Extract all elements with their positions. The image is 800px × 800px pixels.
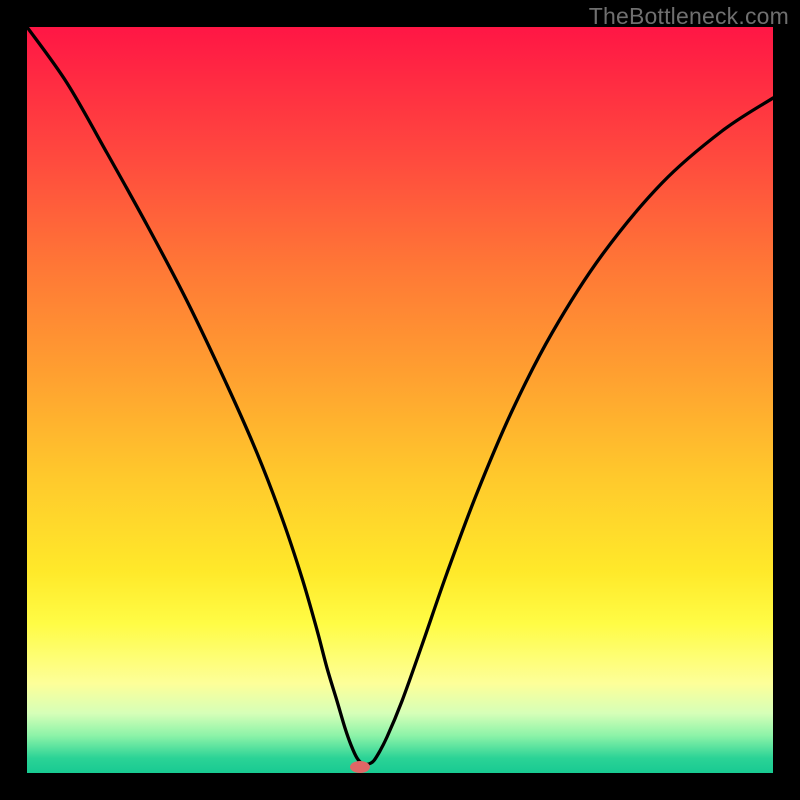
watermark-text: TheBottleneck.com (589, 3, 789, 30)
optimal-point-marker (350, 761, 370, 773)
gradient-plot-area (27, 27, 773, 773)
bottleneck-curve (27, 27, 773, 764)
bottleneck-chart (27, 27, 773, 773)
